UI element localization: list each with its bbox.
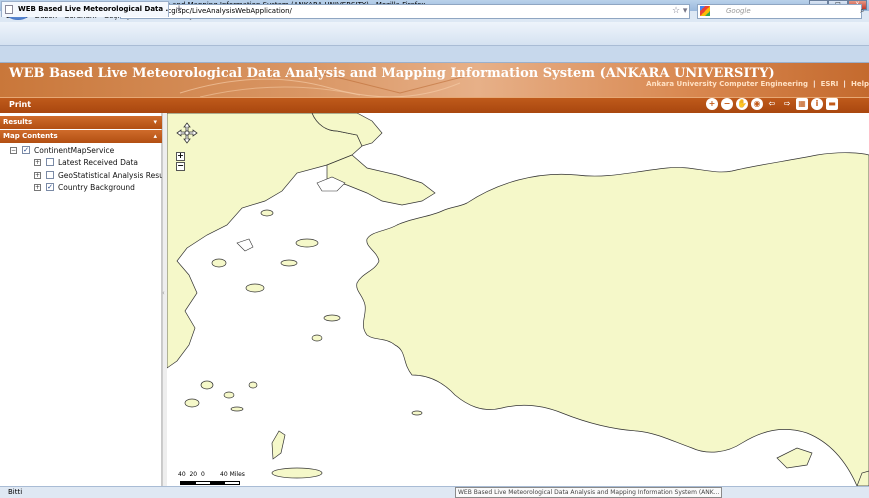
pan-hand-icon[interactable]: ✋ <box>736 98 748 110</box>
full-extent-globe-icon[interactable]: ◉ <box>751 98 763 110</box>
tree-root-label: ContinentMapService <box>34 146 115 155</box>
zoom-in-tool-icon[interactable]: + <box>706 98 718 110</box>
scale-label: 40 <box>178 471 186 478</box>
previous-extent-icon[interactable]: ⇦ <box>766 98 778 110</box>
layer-checkbox[interactable]: ✓ <box>46 183 54 191</box>
next-extent-icon[interactable]: ⇨ <box>781 98 793 110</box>
sidebar <box>0 113 162 486</box>
map-tools: + − ✋ ◉ ⇦ ⇨ ▦ i ▬ <box>706 98 838 110</box>
bookmark-star-icon[interactable]: ☆ ▾ <box>672 6 687 16</box>
status-bar: Bitti <box>0 486 869 498</box>
root-checkbox[interactable]: ✓ <box>22 146 30 154</box>
tree-item-label: GeoStatistical Analysis Result <box>58 171 169 180</box>
expand-icon[interactable]: + <box>34 184 41 191</box>
search-input[interactable]: Google <box>697 4 862 19</box>
new-tab-button[interactable]: + <box>172 3 186 15</box>
tab-page-icon <box>5 5 13 14</box>
header-links: Ankara University Computer Engineering | E… <box>646 80 869 88</box>
land-shapes <box>167 113 869 486</box>
print-button[interactable]: Print <box>9 99 31 111</box>
search-icon[interactable]: ⌕ <box>860 6 864 16</box>
layer-checkbox[interactable] <box>46 158 54 166</box>
scale-label: 20 <box>189 471 198 478</box>
tree-item-label: Country Background <box>58 183 135 192</box>
expand-icon[interactable]: + <box>34 159 41 166</box>
taskbar-popup[interactable]: WEB Based Live Meteorological Data Analy… <box>455 487 722 498</box>
layer-checkbox[interactable] <box>46 171 54 179</box>
map-canvas[interactable] <box>167 113 869 486</box>
map-svg <box>167 113 869 486</box>
scale-label: 40 Miles <box>220 471 245 478</box>
link-ankara-university[interactable]: Ankara University Computer Engineering <box>646 80 808 88</box>
results-label: Results <box>3 118 33 126</box>
navigation-toolbar <box>0 22 869 46</box>
expand-icon[interactable]: + <box>34 172 41 179</box>
link-help[interactable]: Help <box>851 80 869 88</box>
scale-label: 0 <box>200 471 205 478</box>
splitter-arrow-icon[interactable]: ‹ <box>162 289 165 297</box>
tab-bar <box>0 46 869 63</box>
chevron-down-icon[interactable]: ▾ <box>153 116 157 129</box>
scale-labels: 40 20 0 40 Miles <box>178 471 245 478</box>
zoom-out-button[interactable]: − <box>176 162 185 171</box>
google-icon[interactable] <box>700 6 710 16</box>
scale-bar <box>180 481 240 485</box>
zoom-out-tool-icon[interactable]: − <box>721 98 733 110</box>
chevron-up-icon[interactable]: ▴ <box>153 130 157 143</box>
link-esri[interactable]: ESRI <box>821 80 839 88</box>
map-layer-icon[interactable]: ▦ <box>796 98 808 110</box>
pan-arrows-icon[interactable] <box>176 122 198 144</box>
zoom-in-button[interactable]: + <box>176 152 185 161</box>
results-panel-header[interactable]: Results ▾ <box>0 116 162 129</box>
app-title: WEB Based Live Meteorological Data Analy… <box>9 66 775 81</box>
map-contents-panel-header[interactable]: Map Contents ▴ <box>0 130 162 143</box>
map-contents-label: Map Contents <box>3 132 58 140</box>
tab-active[interactable]: WEB Based Live Meteorological Data ... <box>1 1 169 17</box>
collapse-icon[interactable]: − <box>10 147 17 154</box>
measure-icon[interactable]: ▬ <box>826 98 838 110</box>
tree-item-label: Latest Received Data <box>58 158 138 167</box>
address-bar[interactable]: http://arcgispc/LiveAnalysisWebApplicati… <box>120 4 690 19</box>
identify-icon[interactable]: i <box>811 98 823 110</box>
